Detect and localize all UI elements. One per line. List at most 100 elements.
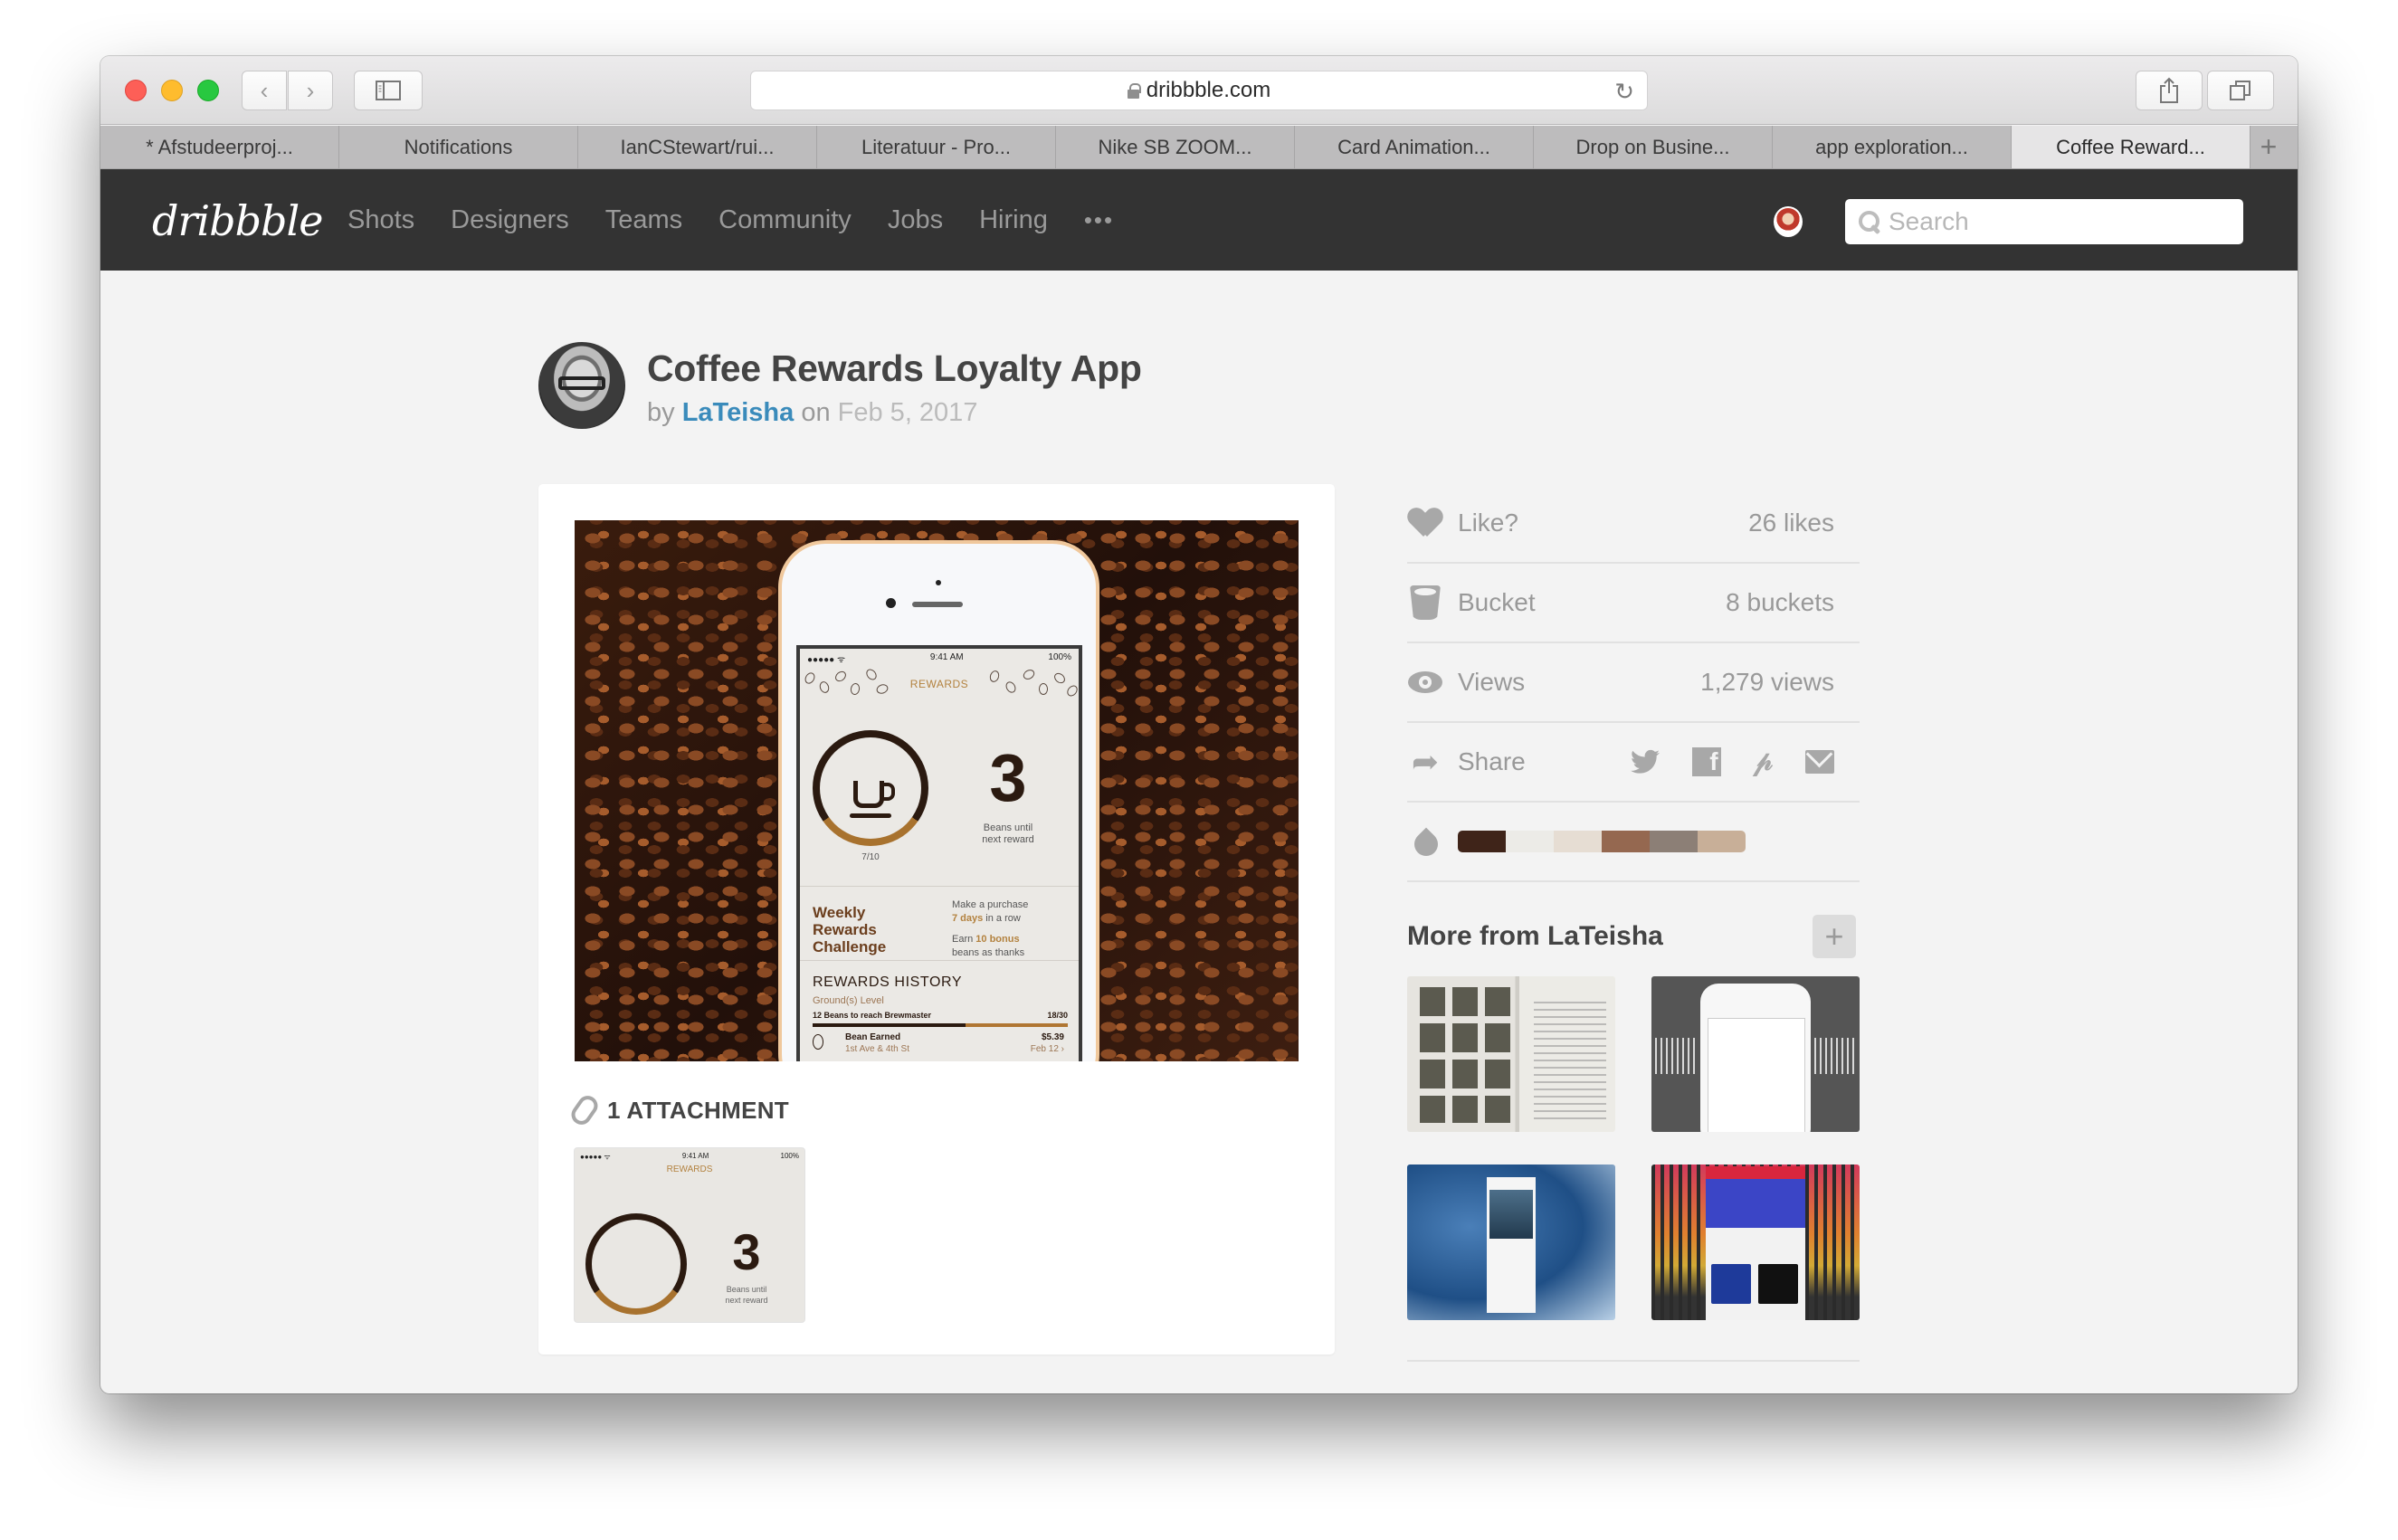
browser-tab[interactable]: Drop on Busine... <box>1534 126 1773 168</box>
follow-plus-button[interactable]: + <box>1813 915 1856 958</box>
more-shot-thumbnail[interactable] <box>1651 1165 1860 1320</box>
chevron-right-icon: › <box>306 76 315 104</box>
more-shots-grid <box>1407 976 1860 1320</box>
forward-button[interactable]: › <box>288 71 333 110</box>
facebook-icon[interactable]: f <box>1691 747 1721 776</box>
browser-toolbar: ‹ › dribbble.com ↻ <box>100 56 2298 125</box>
share-button[interactable] <box>2136 71 2203 110</box>
author-link[interactable]: LaTeisha <box>682 398 795 427</box>
bucket-row[interactable]: Bucket 8 buckets <box>1407 564 1860 643</box>
attachments-heading: 1 ATTACHMENT <box>567 1091 789 1129</box>
tab-overview-icon <box>2230 81 2251 100</box>
more-shot-thumbnail[interactable] <box>1651 976 1860 1132</box>
color-palette <box>1458 831 1746 852</box>
bean-icon <box>813 1034 823 1050</box>
browser-tab[interactable]: app exploration... <box>1773 126 2012 168</box>
twitter-icon[interactable] <box>1630 749 1660 775</box>
browser-tab[interactable]: IanCStewart/rui... <box>578 126 817 168</box>
views-row: Views 1,279 views <box>1407 643 1860 723</box>
search-icon <box>1858 210 1881 233</box>
shot-image[interactable]: ●●●●● ᯤ 9:41 AM 100% REWARDS 7/10 3 Bean… <box>575 520 1299 1061</box>
buckets-count[interactable]: 8 buckets <box>1726 588 1834 617</box>
author-avatar[interactable] <box>538 342 625 429</box>
browser-tab[interactable]: * Afstudeerproj... <box>100 126 339 168</box>
more-menu-icon[interactable]: ••• <box>1084 206 1114 234</box>
likes-count[interactable]: 26 likes <box>1748 509 1834 537</box>
back-button[interactable]: ‹ <box>242 71 287 110</box>
color-swatch[interactable] <box>1506 831 1554 852</box>
like-button[interactable]: Like? <box>1458 509 1748 537</box>
challenge-title: Weekly Rewards Challenge <box>813 904 887 955</box>
heart-icon <box>1409 509 1442 537</box>
bucket-button[interactable]: Bucket <box>1458 588 1726 617</box>
bucket-icon <box>1410 585 1441 620</box>
sidebar-divider <box>1407 1360 1860 1362</box>
browser-tab[interactable]: Literatuur - Pro... <box>817 126 1056 168</box>
shot-title: Coffee Rewards Loyalty App <box>647 347 1142 389</box>
like-row[interactable]: Like? 26 likes <box>1407 484 1860 564</box>
browser-tab[interactable]: Card Animation... <box>1295 126 1534 168</box>
more-shot-thumbnail[interactable] <box>1407 1165 1615 1320</box>
tab-overview-button[interactable] <box>2207 71 2274 110</box>
close-window-button[interactable] <box>125 80 147 101</box>
chevron-left-icon: ‹ <box>260 76 269 104</box>
challenge-text: Make a purchase 7 days in a row Earn 10 … <box>952 899 1029 958</box>
shot-date: Feb 5, 2017 <box>837 398 978 427</box>
more-from-title: More from LaTeisha <box>1407 921 1663 951</box>
views-count: 1,279 views <box>1700 668 1834 696</box>
attachment-thumbnail[interactable]: ●●●●● ᯤ 9:41 AM 100% REWARDS 3 Beans unt… <box>575 1148 804 1322</box>
lock-icon <box>1127 82 1141 99</box>
reload-icon[interactable]: ↻ <box>1614 78 1634 106</box>
color-swatch[interactable] <box>1650 831 1698 852</box>
address-bar[interactable]: dribbble.com ↻ <box>750 71 1648 110</box>
site-header: dribbble Shots Designers Teams Community… <box>100 169 2298 271</box>
paperclip-icon <box>567 1091 602 1129</box>
phone-mockup: ●●●●● ᯤ 9:41 AM 100% REWARDS 7/10 3 Bean… <box>778 540 1099 1061</box>
level-progress-bar <box>813 1023 1068 1027</box>
nav-shots[interactable]: Shots <box>347 205 414 235</box>
nav-jobs[interactable]: Jobs <box>888 205 943 235</box>
plus-icon: + <box>2260 130 2278 163</box>
color-swatch[interactable] <box>1698 831 1746 852</box>
shot-card: ●●●●● ᯤ 9:41 AM 100% REWARDS 7/10 3 Bean… <box>538 484 1335 1355</box>
nav-hiring[interactable]: Hiring <box>979 205 1048 235</box>
color-swatch[interactable] <box>1602 831 1650 852</box>
search-input[interactable] <box>1889 207 2223 236</box>
coffee-cup-icon <box>853 781 895 808</box>
color-swatch[interactable] <box>1554 831 1602 852</box>
dribbble-logo[interactable]: dribbble <box>152 196 323 245</box>
browser-tab-active[interactable]: Coffee Reward... <box>2012 126 2251 168</box>
nav-community[interactable]: Community <box>718 205 852 235</box>
eye-icon <box>1408 671 1442 693</box>
main-nav: Shots Designers Teams Community Jobs Hir… <box>347 169 1114 271</box>
status-bar: ●●●●● ᯤ 9:41 AM 100% <box>807 652 1071 665</box>
app-screen: ●●●●● ᯤ 9:41 AM 100% REWARDS 7/10 3 Bean… <box>796 645 1082 1061</box>
bean-pattern: REWARDS <box>800 665 1079 699</box>
browser-tab[interactable]: Nike SB ZOOM... <box>1056 126 1295 168</box>
zoom-window-button[interactable] <box>197 80 219 101</box>
sidebar-icon <box>376 81 401 100</box>
search-field[interactable] <box>1845 199 2243 244</box>
color-swatch[interactable] <box>1458 831 1506 852</box>
email-icon[interactable] <box>1805 750 1834 774</box>
sidebar-toggle-button[interactable] <box>354 71 423 110</box>
share-arrow-icon: ➦ <box>1411 743 1440 780</box>
address-text: dribbble.com <box>1146 78 1271 102</box>
tab-bar: * Afstudeerproj... Notifications IanCSte… <box>100 126 2298 169</box>
more-shot-thumbnail[interactable] <box>1407 976 1615 1132</box>
new-tab-button[interactable]: + <box>2251 126 2287 168</box>
shot-sidebar: Like? 26 likes Bucket 8 buckets Views 1,… <box>1407 484 1860 1362</box>
share-row: ➦ Share f 𝓅 <box>1407 723 1860 803</box>
user-avatar[interactable] <box>1774 206 1803 237</box>
more-from-header: More from LaTeisha + <box>1407 915 1860 958</box>
nav-designers[interactable]: Designers <box>451 205 569 235</box>
minimize-window-button[interactable] <box>161 80 183 101</box>
color-drop-icon <box>1413 823 1438 860</box>
pinterest-icon[interactable]: 𝓅 <box>1754 746 1773 777</box>
nav-teams[interactable]: Teams <box>605 205 682 235</box>
share-icon <box>2160 77 2178 103</box>
browser-tab[interactable]: Notifications <box>339 126 578 168</box>
browser-window: ‹ › dribbble.com ↻ * Afstudeerproj... No… <box>100 56 2298 1393</box>
color-palette-row <box>1407 803 1860 882</box>
byline: by LaTeisha on Feb 5, 2017 <box>647 398 978 427</box>
